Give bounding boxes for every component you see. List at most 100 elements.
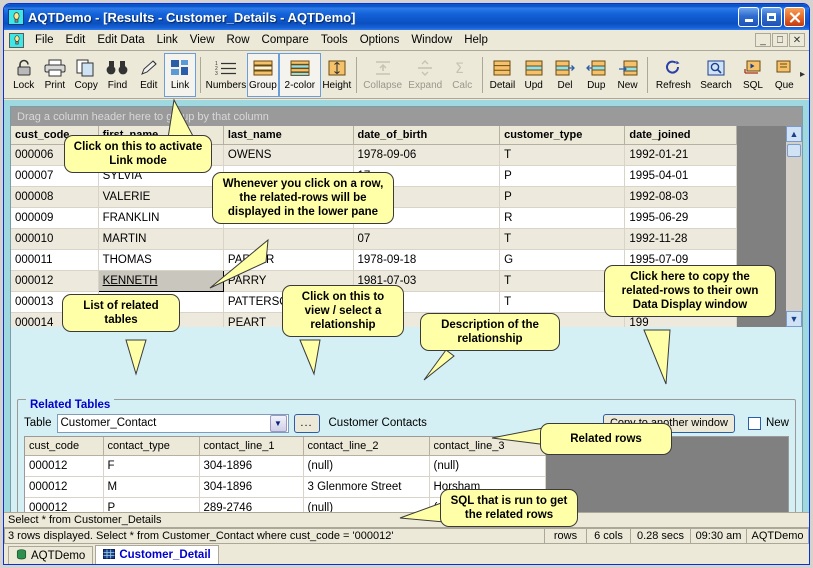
cell-contact_line_3[interactable]: (null) [429, 455, 546, 477]
cell-customer_type[interactable]: T [499, 228, 626, 250]
cell-first_name[interactable]: THOMAS [98, 249, 224, 271]
column-header-cust_code[interactable]: cust_code [25, 437, 104, 456]
mdi-minimize-button[interactable]: _ [755, 33, 771, 47]
toolbar-button-label: Search [700, 79, 732, 91]
lock-icon [12, 57, 36, 79]
toolbar-button-2-color[interactable]: 2-color [278, 52, 322, 97]
toolbar-overflow-icon[interactable]: ▸ [800, 69, 809, 80]
cell-last_name[interactable]: OWENS [223, 144, 354, 166]
cell-contact_type[interactable]: F [103, 455, 200, 477]
toolbar-button-numbers[interactable]: 1 2 3 Numbers [205, 53, 248, 97]
status-cols: 6 cols [587, 528, 631, 544]
menu-item-options[interactable]: Options [354, 32, 406, 48]
cell-cust_code[interactable]: 000012 [25, 455, 104, 477]
toolbar-button-que[interactable]: Que [769, 53, 800, 97]
cell-date_joined[interactable]: 1992-08-03 [624, 186, 737, 208]
chevron-down-icon[interactable]: ▼ [269, 414, 287, 432]
cell-date_of_birth[interactable]: 1978-09-18 [353, 249, 501, 271]
toolbar-button-del[interactable]: Del [549, 53, 580, 97]
menu-item-tools[interactable]: Tools [315, 32, 354, 48]
cell-cust_code[interactable]: 000008 [11, 186, 99, 208]
scroll-up-icon[interactable]: ▲ [786, 126, 802, 142]
menu-item-row[interactable]: Row [221, 32, 256, 48]
toolbar-button-new[interactable]: New [612, 53, 643, 97]
toolbar-button-detail[interactable]: Detail [487, 53, 518, 97]
cell-cust_code[interactable]: 000011 [11, 249, 99, 271]
toolbar-button-refresh[interactable]: Refresh [652, 53, 695, 97]
cell-date_joined[interactable]: 1992-01-21 [624, 144, 737, 166]
scrollbar-thumb[interactable] [787, 144, 801, 157]
toolbar-button-search[interactable]: Search [695, 53, 738, 97]
column-header-date_of_birth[interactable]: date_of_birth [353, 126, 501, 145]
numbered-list-icon: 123 [214, 57, 238, 79]
table-row[interactable]: 000012 F 304-1896 (null) (null) [25, 455, 546, 477]
column-header-last_name[interactable]: last_name [223, 126, 354, 145]
group-panel[interactable]: Drag a column header here to group by th… [11, 107, 802, 126]
table-row[interactable]: 000010 MARTIN 07 T 1992-11-28 [11, 228, 737, 250]
cell-cust_code[interactable]: 000012 [25, 476, 104, 498]
toolbar-button-upd[interactable]: Upd [518, 53, 549, 97]
tab-customer-detail[interactable]: Customer_Detail [95, 545, 219, 564]
relationship-description: Customer Contacts [328, 417, 427, 429]
menu-item-view[interactable]: View [184, 32, 221, 48]
toolbar-button-find[interactable]: Find [102, 53, 133, 97]
cell-date_joined[interactable]: 1995-06-29 [624, 207, 737, 229]
toolbar-button-link[interactable]: Link [164, 52, 196, 97]
cell-first_name[interactable]: VALERIE [98, 186, 224, 208]
toolbar-button-copy[interactable]: Copy [71, 53, 102, 97]
column-header-contact_type[interactable]: contact_type [103, 437, 200, 456]
new-checkbox[interactable] [747, 416, 761, 430]
cell-customer_type[interactable]: R [499, 207, 626, 229]
window-maximize-button[interactable] [761, 7, 782, 27]
column-header-customer_type[interactable]: customer_type [499, 126, 626, 145]
cell-cust_code[interactable]: 000010 [11, 228, 99, 250]
cell-first_name[interactable]: KENNETH [97, 269, 224, 292]
grid-vertical-scrollbar[interactable]: ▲ ▼ [786, 126, 802, 327]
menu-item-file[interactable]: File [29, 32, 60, 48]
relationship-ellipsis-button[interactable]: ... [293, 413, 320, 433]
cell-cust_code[interactable]: 000012 [11, 270, 99, 292]
cell-cust_code[interactable]: 000009 [11, 207, 99, 229]
toolbar-button-dup[interactable]: Dup [581, 53, 612, 97]
status-time: 0.28 secs [631, 528, 691, 544]
status-connection: AQTDemo [747, 528, 809, 544]
menu-item-edit-data[interactable]: Edit Data [91, 32, 150, 48]
menu-item-link[interactable]: Link [151, 32, 184, 48]
menu-item-help[interactable]: Help [458, 32, 494, 48]
cell-date_of_birth[interactable]: 07 [353, 228, 501, 250]
cell-contact_line_2[interactable]: 3 Glenmore Street [303, 476, 430, 498]
mdi-close-button[interactable]: ✕ [789, 33, 805, 47]
column-header-date_joined[interactable]: date_joined [624, 126, 737, 145]
cell-first_name[interactable]: MARTIN [98, 228, 224, 250]
cell-first_name[interactable]: FRANKLIN [98, 207, 224, 229]
window-minimize-button[interactable] [738, 7, 759, 27]
toolbar-button-label: 2-color [284, 79, 316, 91]
mdi-app-icon[interactable] [9, 32, 24, 48]
menu-item-window[interactable]: Window [405, 32, 458, 48]
cell-contact_line_1[interactable]: 304-1896 [199, 455, 304, 477]
scroll-down-icon[interactable]: ▼ [786, 311, 802, 327]
column-header-contact_line_2[interactable]: contact_line_2 [303, 437, 430, 456]
menu-item-edit[interactable]: Edit [60, 32, 92, 48]
toolbar-button-height[interactable]: Height [321, 53, 352, 97]
cell-contact_line_1[interactable]: 304-1896 [199, 476, 304, 498]
toolbar-button-sql[interactable]: SQL [737, 53, 768, 97]
toolbar-button-print[interactable]: Print [39, 53, 70, 97]
related-table-combo[interactable]: Customer_Contact ▼ [56, 413, 289, 433]
cell-customer_type[interactable]: P [499, 186, 626, 208]
window-close-button[interactable] [784, 7, 805, 27]
toolbar-button-lock[interactable]: Lock [8, 53, 39, 97]
cell-date_joined[interactable]: 1995-04-01 [624, 165, 737, 187]
menu-item-compare[interactable]: Compare [256, 32, 315, 48]
cell-date_of_birth[interactable]: 1978-09-06 [353, 144, 501, 166]
mdi-restore-button[interactable]: ⎕ [772, 33, 788, 47]
cell-customer_type[interactable]: P [499, 165, 626, 187]
toolbar-button-group[interactable]: Group [247, 52, 279, 97]
cell-customer_type[interactable]: T [499, 144, 626, 166]
tab-aqtdemo[interactable]: AQTDemo [8, 546, 94, 564]
cell-date_joined[interactable]: 1992-11-28 [624, 228, 737, 250]
column-header-contact_line_1[interactable]: contact_line_1 [199, 437, 304, 456]
cell-contact_line_2[interactable]: (null) [303, 455, 430, 477]
toolbar-button-edit[interactable]: Edit [133, 53, 164, 97]
cell-contact_type[interactable]: M [103, 476, 200, 498]
